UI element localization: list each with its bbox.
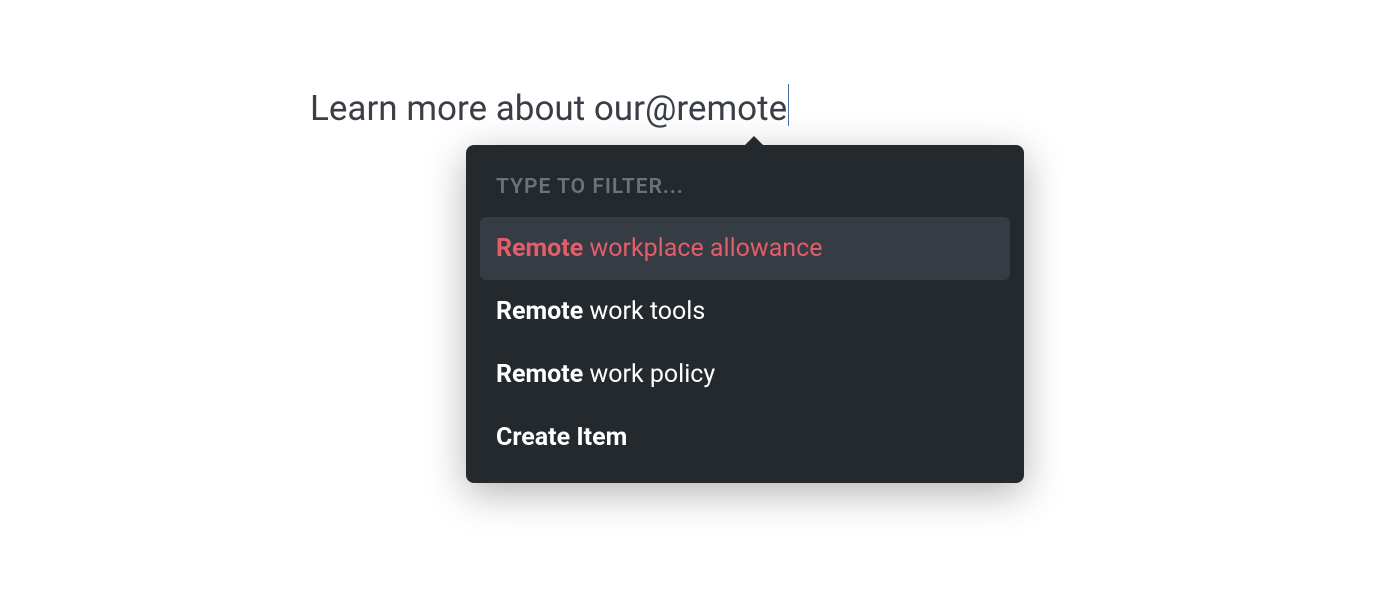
suggestion-rest: work policy (583, 360, 715, 389)
editor-text-before: Learn more about our (310, 88, 645, 129)
create-item-label: Create Item (496, 423, 627, 452)
suggestion-rest: work tools (583, 297, 705, 326)
filter-hint-label: TYPE TO FILTER... (480, 159, 1010, 217)
text-cursor (788, 84, 789, 126)
suggestion-match: Remote (496, 360, 583, 389)
suggestion-item-2[interactable]: Remote work tools (480, 280, 1010, 343)
suggestion-item-1[interactable]: Remote workplace allowance (480, 217, 1010, 280)
suggestion-item-3[interactable]: Remote work policy (480, 343, 1010, 406)
editor-line[interactable]: Learn more about our @remote (310, 78, 789, 129)
suggestion-rest: workplace allowance (583, 234, 822, 263)
suggestion-match: Remote (496, 297, 583, 326)
popup-arrow-icon (744, 136, 764, 146)
create-item-action[interactable]: Create Item (480, 406, 1010, 469)
suggestion-match: Remote (496, 234, 583, 263)
mention-query: @remote (645, 88, 787, 129)
mention-suggestions-popup: TYPE TO FILTER... Remote workplace allow… (466, 145, 1024, 483)
